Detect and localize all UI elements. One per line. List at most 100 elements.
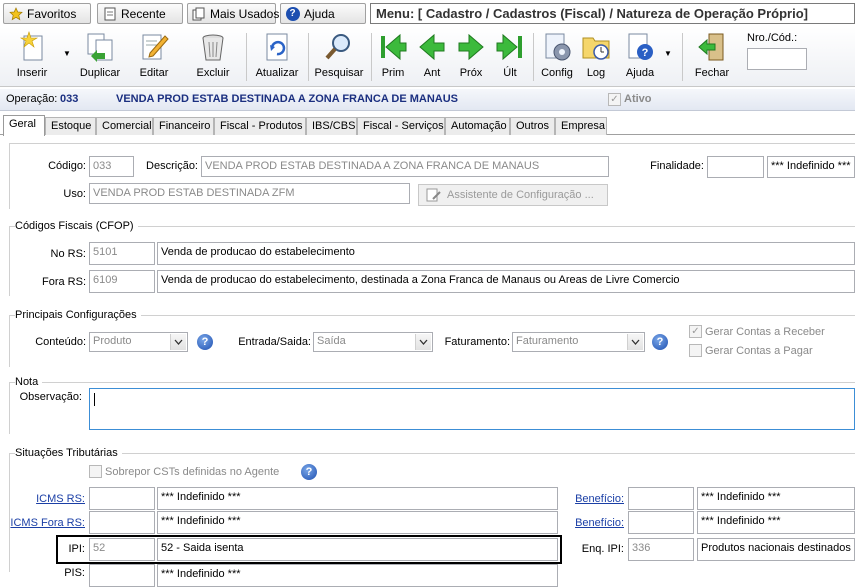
ant-button[interactable]: Ant [414, 30, 450, 84]
ipi-description: 52 - Saida isenta [157, 538, 558, 561]
nro-cod-input[interactable] [747, 48, 807, 70]
tab-fiscal-produtos[interactable]: Fiscal - Produtos [214, 117, 306, 135]
tab-outros[interactable]: Outros [510, 117, 555, 135]
sobrepor-checkbox[interactable] [89, 465, 102, 478]
toolbar-divider [371, 33, 372, 81]
uso-input[interactable]: VENDA PROD ESTAB DESTINADA ZFM [89, 183, 410, 204]
descricao-label: Descrição: [146, 160, 198, 172]
nota-title: Nota [15, 376, 43, 388]
inserir-dropdown-icon[interactable]: ▼ [63, 49, 71, 58]
ativo-checkbox[interactable]: ✓ [608, 93, 621, 106]
gear-icon [545, 33, 571, 61]
tab-automacao[interactable]: Automação [445, 117, 510, 135]
prim-button[interactable]: Prim [375, 30, 411, 84]
new-document-icon [19, 31, 43, 61]
fora-rs-code-input[interactable]: 6109 [89, 270, 155, 293]
codigo-input[interactable]: 033 [89, 156, 134, 177]
ipi-code-input[interactable]: 52 [89, 538, 155, 561]
faturamento-select[interactable]: Faturamento [512, 332, 645, 352]
tab-geral[interactable]: Geral [3, 115, 45, 136]
ajuda-dropdown-icon[interactable]: ▼ [664, 49, 672, 58]
fechar-button[interactable]: Fechar [690, 30, 734, 84]
trash-icon [202, 34, 224, 61]
conteudo-select[interactable]: Produto [89, 332, 188, 352]
ult-button[interactable]: Últ [492, 30, 528, 84]
log-label: Log [586, 67, 606, 79]
beneficio-icms-fora-code-input[interactable] [628, 511, 694, 534]
editar-label: Editar [139, 67, 169, 79]
no-rs-code-input[interactable]: 5101 [89, 242, 155, 265]
duplicate-icon [87, 33, 113, 62]
help-document-icon: ? [628, 33, 653, 60]
ajuda-top-label: Ajuda [304, 6, 335, 21]
icms-fora-rs-code-input[interactable] [89, 511, 155, 534]
tab-empresa[interactable]: Empresa [555, 117, 607, 135]
beneficio-icms-fora-link[interactable]: Benefício: [566, 517, 624, 529]
enq-ipi-label: Enq. IPI: [581, 543, 624, 555]
finalidade-code-input[interactable] [707, 156, 764, 178]
faturamento-label: Faturamento: [444, 336, 510, 348]
icms-rs-link[interactable]: ICMS RS: [20, 493, 85, 505]
config-title: Principais Configurações [15, 309, 141, 321]
observacao-textarea[interactable] [89, 388, 855, 430]
toolbar-divider [682, 33, 683, 81]
pesquisar-label: Pesquisar [314, 67, 364, 79]
ajuda-toolbar-button[interactable]: ? Ajuda [620, 30, 660, 84]
tab-financeiro[interactable]: Financeiro [153, 117, 214, 135]
recente-button[interactable]: Recente [97, 3, 183, 24]
star-icon [8, 6, 23, 21]
beneficio-icms-rs-code-input[interactable] [628, 487, 694, 510]
conteudo-help-icon[interactable]: ? [197, 334, 213, 350]
sobrepor-help-icon[interactable]: ? [301, 464, 317, 480]
entrada-saida-select[interactable]: Saída [313, 332, 433, 352]
ipi-label: IPI: [68, 543, 85, 555]
icms-fora-rs-link[interactable]: ICMS Fora RS: [10, 517, 85, 529]
chevron-down-icon [627, 334, 643, 350]
log-button[interactable]: Log [578, 30, 614, 84]
icms-fora-rs-description: *** Indefinido *** [157, 511, 558, 534]
no-rs-description: Venda de producao do estabelecimento [157, 242, 855, 265]
last-record-icon [496, 33, 522, 61]
beneficio-icms-rs-link[interactable]: Benefício: [566, 493, 624, 505]
favoritos-button[interactable]: Favoritos [3, 3, 91, 24]
recente-label: Recente [121, 6, 166, 21]
tab-comercial[interactable]: Comercial [96, 117, 153, 135]
conteudo-value: Produto [93, 335, 132, 347]
faturamento-help-icon[interactable]: ? [652, 334, 668, 350]
inserir-button[interactable]: Inserir [8, 30, 56, 84]
ativo-label: Ativo [624, 93, 652, 105]
tab-strip: Geral Estoque Comercial Financeiro Fisca… [0, 115, 855, 136]
pesquisar-button[interactable]: Pesquisar [313, 30, 365, 84]
config-button[interactable]: Config [538, 30, 576, 84]
descricao-input[interactable]: VENDA PROD ESTAB DESTINADA A ZONA FRANCA… [201, 156, 609, 177]
excluir-button[interactable]: Excluir [188, 30, 238, 84]
gerar-receber-checkbox[interactable]: ✓ [689, 325, 702, 338]
duplicar-label: Duplicar [79, 67, 121, 79]
toolbar-divider [533, 33, 534, 81]
tab-fiscal-servicos[interactable]: Fiscal - Serviços [357, 117, 445, 135]
editar-button[interactable]: Editar [130, 30, 178, 84]
atualizar-button[interactable]: Atualizar [253, 30, 301, 84]
ant-label: Ant [423, 67, 441, 79]
page-icon [102, 6, 117, 21]
assistente-configuracao-button[interactable]: Assistente de Configuração ... [418, 184, 608, 206]
exit-door-icon [698, 33, 724, 61]
prim-label: Prim [381, 67, 405, 79]
edit-icon [142, 34, 169, 60]
duplicar-button[interactable]: Duplicar [76, 30, 124, 84]
operation-bar: Operação: 033 VENDA PROD ESTAB DESTINADA… [0, 89, 855, 111]
ajuda-top-button[interactable]: ? Ajuda [280, 3, 366, 24]
sobrepor-label: Sobrepor CSTs definidas no Agente [105, 466, 280, 478]
search-icon [325, 34, 350, 60]
tab-ibs-cbs[interactable]: IBS/CBS [306, 117, 357, 135]
finalidade-description: *** Indefinido *** [767, 156, 855, 178]
enq-ipi-code-input[interactable]: 336 [628, 538, 694, 561]
prox-button[interactable]: Próx [453, 30, 489, 84]
inserir-label: Inserir [16, 67, 48, 79]
pis-code-input[interactable] [89, 564, 155, 587]
icms-rs-code-input[interactable] [89, 487, 155, 510]
tab-estoque[interactable]: Estoque [45, 117, 96, 135]
mais-usados-button[interactable]: Mais Usados [187, 3, 279, 24]
svg-text:?: ? [642, 47, 649, 59]
gerar-pagar-checkbox[interactable] [689, 344, 702, 357]
